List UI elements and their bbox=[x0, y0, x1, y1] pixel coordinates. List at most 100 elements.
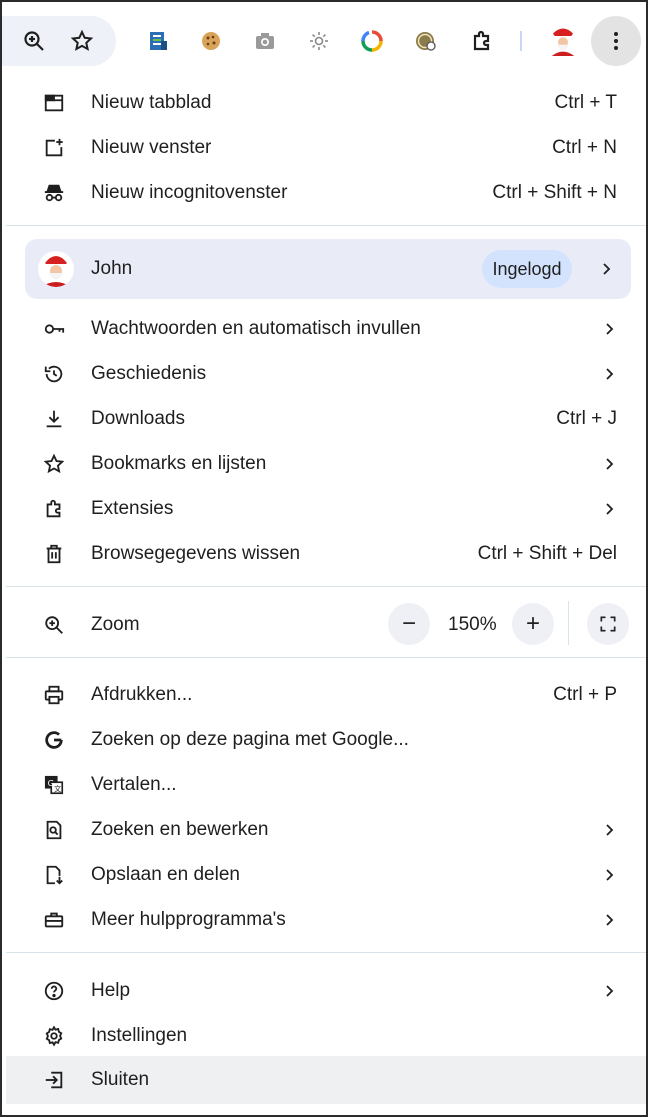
menu-item-label: Help bbox=[91, 979, 131, 1001]
ext-camera-icon[interactable] bbox=[247, 23, 283, 59]
menu-item-label: Instellingen bbox=[91, 1024, 188, 1046]
menu-item-new-window[interactable]: Nieuw venster Ctrl + N bbox=[6, 125, 646, 170]
menu-item-incognito[interactable]: Nieuw incognitovenster Ctrl + Shift + N bbox=[6, 170, 646, 215]
menu-item-label: Opslaan en delen bbox=[91, 863, 240, 885]
history-icon bbox=[42, 362, 66, 386]
divider bbox=[568, 601, 569, 645]
menu-item-label: Nieuw incognitovenster bbox=[91, 181, 288, 203]
avatar[interactable] bbox=[545, 23, 581, 59]
translate-icon: G文 bbox=[42, 773, 66, 797]
ext-color-ring-icon[interactable] bbox=[354, 23, 390, 59]
menu-item-history[interactable]: Geschiedenis bbox=[6, 351, 646, 396]
fullscreen-icon bbox=[600, 616, 616, 632]
find-page-icon bbox=[42, 818, 66, 842]
extensions-puzzle-icon[interactable] bbox=[464, 23, 500, 59]
profile-row[interactable]: John Ingelogd bbox=[25, 239, 631, 299]
save-file-icon bbox=[42, 863, 66, 887]
zoom-in-button[interactable]: + bbox=[512, 603, 554, 645]
avatar bbox=[38, 251, 74, 287]
menu-item-label: Nieuw tabblad bbox=[91, 91, 212, 113]
zoom-label: Zoom bbox=[91, 613, 140, 635]
menu-item-label: Nieuw venster bbox=[91, 136, 212, 158]
chevron-right-icon bbox=[606, 868, 614, 881]
menu-item-shortcut: Ctrl + Shift + N bbox=[492, 181, 617, 203]
chevron-right-icon bbox=[606, 984, 614, 997]
menu-item-translate[interactable]: G文 Vertalen... bbox=[6, 762, 646, 807]
svg-text:G: G bbox=[48, 777, 54, 787]
menu-item-print[interactable]: Afdrukken... Ctrl + P bbox=[6, 672, 646, 717]
menu-item-exit[interactable]: Sluiten bbox=[6, 1056, 646, 1104]
menu-item-label: Extensies bbox=[91, 497, 174, 519]
menu-item-shortcut: Ctrl + Shift + Del bbox=[477, 542, 617, 564]
menu-item-extensions[interactable]: Extensies bbox=[6, 486, 646, 531]
key-icon bbox=[42, 317, 66, 341]
menu-kebab-icon bbox=[614, 32, 618, 50]
menu-item-bookmarks[interactable]: Bookmarks en lijsten bbox=[6, 441, 646, 486]
bookmark-star-icon[interactable] bbox=[64, 23, 100, 59]
fullscreen-button[interactable] bbox=[587, 603, 629, 645]
divider bbox=[6, 586, 646, 587]
exit-icon bbox=[42, 1068, 66, 1092]
menu-item-shortcut: Ctrl + J bbox=[556, 407, 617, 429]
menu-item-new-tab[interactable]: Nieuw tabblad Ctrl + T bbox=[6, 80, 646, 125]
zoom-icon[interactable] bbox=[16, 23, 52, 59]
chevron-right-icon bbox=[606, 913, 614, 926]
new-window-icon bbox=[42, 136, 66, 160]
menu-item-find-edit[interactable]: Zoeken en bewerken bbox=[6, 807, 646, 852]
google-g-icon bbox=[42, 728, 66, 752]
menu-item-label: Sluiten bbox=[91, 1069, 150, 1090]
menu-item-downloads[interactable]: Downloads Ctrl + J bbox=[6, 396, 646, 441]
menu-item-clear-data[interactable]: Browsegegevens wissen Ctrl + Shift + Del bbox=[6, 531, 646, 576]
menu-item-shortcut: Ctrl + T bbox=[554, 91, 617, 113]
menu-button[interactable] bbox=[591, 16, 641, 66]
ext-sun-icon[interactable] bbox=[301, 23, 337, 59]
menu-item-shortcut: Ctrl + P bbox=[553, 683, 617, 705]
menu-item-save-share[interactable]: Opslaan en delen bbox=[6, 852, 646, 897]
menu-item-label: Bookmarks en lijsten bbox=[91, 452, 267, 474]
signed-in-badge: Ingelogd bbox=[482, 250, 572, 288]
chevron-right-icon bbox=[606, 502, 614, 515]
menu-item-settings[interactable]: Instellingen bbox=[6, 1013, 646, 1058]
svg-text:文: 文 bbox=[54, 784, 62, 793]
ext-cookie-icon[interactable] bbox=[193, 23, 229, 59]
gear-icon bbox=[42, 1024, 66, 1048]
star-icon bbox=[42, 452, 66, 476]
menu-item-label: Browsegegevens wissen bbox=[91, 542, 301, 564]
menu-item-more-tools[interactable]: Meer hulpprogramma's bbox=[6, 897, 646, 942]
profile-name: John bbox=[91, 258, 133, 279]
chevron-right-icon bbox=[606, 457, 614, 470]
chevron-right-icon bbox=[606, 322, 614, 335]
chevron-right-icon bbox=[603, 263, 611, 275]
chevron-right-icon bbox=[606, 367, 614, 380]
menu-item-label: Downloads bbox=[91, 407, 185, 429]
download-icon bbox=[42, 407, 66, 431]
menu-item-google-search[interactable]: Zoeken op deze pagina met Google... bbox=[6, 717, 646, 762]
help-icon bbox=[42, 979, 66, 1003]
divider bbox=[6, 225, 646, 226]
puzzle-icon bbox=[42, 497, 66, 521]
trash-icon bbox=[42, 542, 66, 566]
menu-item-shortcut: Ctrl + N bbox=[552, 136, 617, 158]
menu-item-label: Zoeken en bewerken bbox=[91, 818, 269, 840]
zoom-icon bbox=[42, 613, 66, 637]
menu-item-label: Afdrukken... bbox=[91, 683, 193, 705]
ext-doc-icon[interactable] bbox=[140, 23, 176, 59]
menu-item-help[interactable]: Help bbox=[6, 968, 646, 1013]
ext-seal-icon[interactable] bbox=[408, 23, 444, 59]
divider bbox=[6, 952, 646, 953]
app-menu: Nieuw tabblad Ctrl + T Nieuw venster Ctr… bbox=[6, 66, 646, 1106]
menu-item-passwords[interactable]: Wachtwoorden en automatisch invullen bbox=[6, 306, 646, 351]
menu-item-label: Geschiedenis bbox=[91, 362, 207, 384]
printer-icon bbox=[42, 683, 66, 707]
menu-item-label: Zoeken op deze pagina met Google... bbox=[91, 728, 409, 750]
menu-item-label: Meer hulpprogramma's bbox=[91, 908, 286, 930]
divider bbox=[6, 657, 646, 658]
chevron-right-icon bbox=[606, 823, 614, 836]
toolbox-icon bbox=[42, 908, 66, 932]
incognito-icon bbox=[42, 181, 66, 205]
menu-item-label: Wachtwoorden en automatisch invullen bbox=[91, 317, 421, 339]
zoom-row: Zoom − 150% + bbox=[6, 601, 646, 648]
zoom-out-button[interactable]: − bbox=[388, 603, 430, 645]
zoom-value: 150% bbox=[448, 613, 497, 635]
menu-item-label: Vertalen... bbox=[91, 773, 177, 795]
